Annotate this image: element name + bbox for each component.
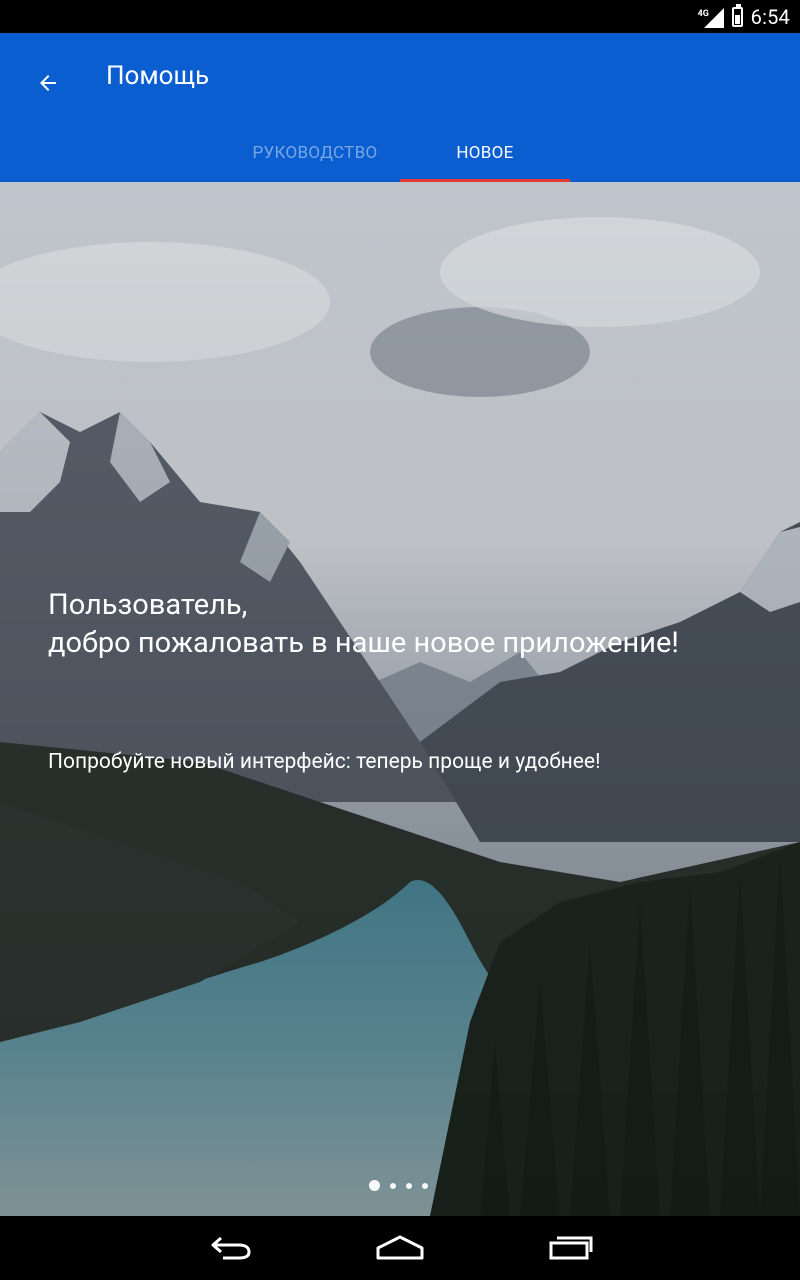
- system-nav-bar: [0, 1216, 800, 1280]
- recents-icon: [549, 1236, 593, 1260]
- landscape-background-image: [0, 182, 800, 1216]
- status-bar: 4G 6:54: [0, 0, 800, 33]
- battery-icon: [731, 3, 743, 27]
- page-title: Помощь: [106, 61, 210, 91]
- tab-new-label: НОВОЕ: [456, 142, 514, 163]
- signal-icon: 4G: [698, 6, 724, 28]
- nav-recents-button[interactable]: [531, 1226, 611, 1270]
- headline-line-2: добро пожаловать в наше новое приложение…: [48, 626, 679, 660]
- nav-back-button[interactable]: [190, 1226, 270, 1270]
- app-bar: Помощь РУКОВОДСТВО НОВОЕ: [0, 33, 800, 182]
- tab-new[interactable]: НОВОЕ: [400, 123, 570, 182]
- home-icon: [376, 1235, 424, 1260]
- page-dot-active[interactable]: [369, 1180, 380, 1191]
- tab-guide[interactable]: РУКОВОДСТВО: [230, 123, 400, 182]
- headline-line-1: Пользователь,: [48, 588, 248, 622]
- arrow-back-icon: [40, 75, 56, 91]
- page-dot[interactable]: [406, 1182, 412, 1189]
- back-icon: [211, 1236, 251, 1260]
- welcome-subtext: Попробуйте новый интерфейс: теперь проще…: [48, 750, 601, 774]
- welcome-headline: Пользователь, добро пожаловать в наше но…: [48, 586, 679, 662]
- onboarding-page[interactable]: Пользователь, добро пожаловать в наше но…: [0, 182, 800, 1216]
- status-time: 6:54: [750, 4, 790, 29]
- page-indicator: [369, 1180, 428, 1191]
- page-dot[interactable]: [390, 1182, 396, 1189]
- tab-bar: РУКОВОДСТВО НОВОЕ: [230, 123, 570, 182]
- back-button[interactable]: [20, 55, 76, 111]
- page-dot[interactable]: [422, 1182, 428, 1189]
- status-icons: 4G 6:54: [698, 0, 790, 33]
- tab-guide-label: РУКОВОДСТВО: [252, 142, 378, 163]
- nav-home-button[interactable]: [360, 1226, 440, 1270]
